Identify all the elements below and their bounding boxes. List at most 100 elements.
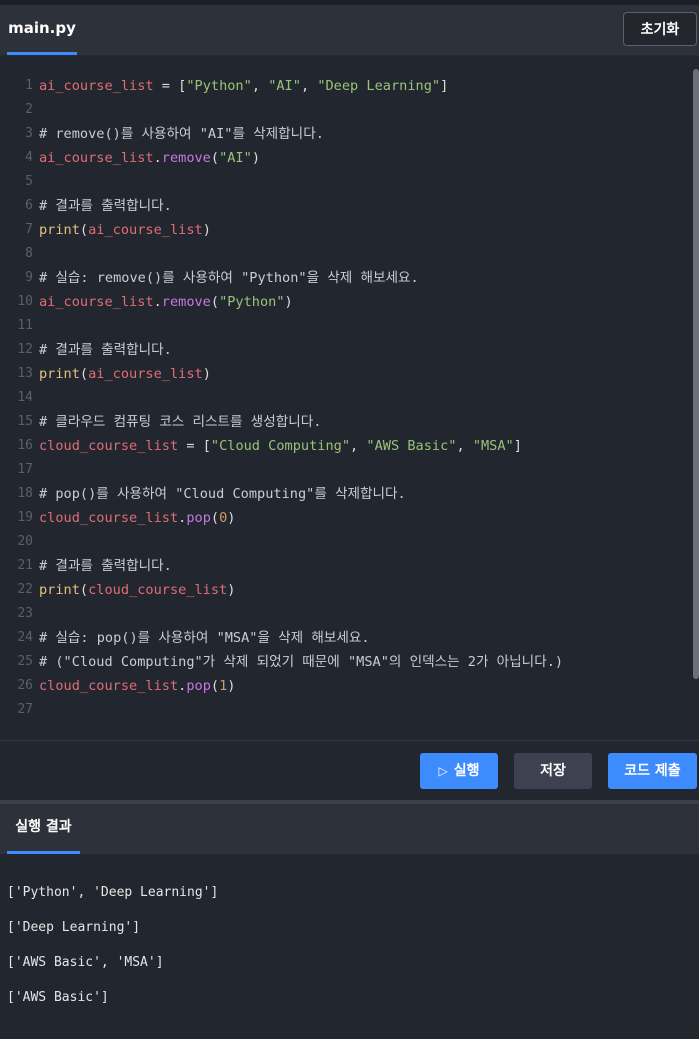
code-token: remove [161, 294, 211, 310]
line-number: 12 [17, 342, 33, 357]
code-token: remove [161, 150, 211, 166]
code-text: # 결과를 출력합니다. [39, 554, 172, 578]
code-text: ai_course_list.remove("Python") [39, 290, 293, 314]
line-number: 25 [17, 654, 33, 669]
code-text: cloud_course_list.pop(1) [39, 674, 235, 698]
code-token: ) [251, 150, 260, 166]
line-number: 11 [17, 318, 33, 333]
code-token: cloud_course_list [39, 678, 179, 694]
code-text: # 결과를 출력합니다. [39, 338, 172, 362]
code-token: ( [210, 294, 220, 310]
code-token: cloud_course_list [39, 438, 179, 454]
code-text: print(cloud_course_list) [39, 578, 235, 602]
code-text: ai_course_list = ["Python", "AI", "Deep … [39, 74, 448, 98]
line-number: 24 [17, 630, 33, 645]
line-number: 9 [25, 270, 33, 285]
code-token: # pop()를 사용하여 "Cloud Computing"를 삭제합니다. [39, 486, 406, 502]
code-token: # 결과를 출력합니다. [39, 198, 172, 214]
play-icon: ▷ [438, 764, 448, 778]
code-token: , [456, 438, 473, 454]
tab-run-result[interactable]: 실행 결과 [7, 804, 80, 854]
output-line: ['AWS Basic'] [7, 990, 109, 1005]
code-token: print [39, 366, 80, 382]
line-number: 3 [25, 126, 33, 141]
code-token: "Deep Learning" [317, 78, 441, 94]
code-token: ) [284, 294, 293, 310]
code-token: ai_course_list [39, 294, 154, 310]
code-token: # 클라우드 컴퓨팅 코스 리스트를 생성합니다. [39, 414, 322, 430]
code-token: print [39, 222, 80, 238]
code-token: pop [186, 510, 211, 526]
code-token: "Cloud Computing" [210, 438, 351, 454]
output-tab-bar: 실행 결과 [0, 804, 699, 854]
editor-tab-bar: main.py 초기화 [0, 5, 699, 56]
code-token: ) [202, 366, 211, 382]
code-token: ai_course_list [39, 78, 154, 94]
code-token: . [153, 294, 162, 310]
line-number: 27 [17, 702, 33, 717]
code-token: ( [210, 678, 220, 694]
line-number: 10 [17, 294, 33, 309]
line-number: 1 [25, 78, 33, 93]
line-number: 5 [25, 174, 33, 189]
code-token: ( [210, 510, 220, 526]
code-token: "AI" [219, 150, 252, 166]
code-token: "MSA" [472, 438, 514, 454]
code-text: cloud_course_list.pop(0) [39, 506, 235, 530]
code-editor[interactable]: 1 ai_course_list = ["Python", "AI", "Deep… [0, 56, 699, 740]
code-token: = [ [178, 438, 211, 454]
code-token: ai_course_list [88, 366, 203, 382]
code-text: # 실습: remove()를 사용하여 "Python"을 삭제 해보세요. [39, 266, 419, 290]
code-token: ] [513, 438, 522, 454]
code-token: = [ [153, 78, 187, 94]
line-number: 19 [17, 510, 33, 525]
code-token: "AI" [268, 78, 301, 94]
line-number: 13 [17, 366, 33, 381]
run-button-label: 실행 [453, 763, 480, 779]
code-token: ai_course_list [88, 222, 203, 238]
tab-main-py[interactable]: main.py [7, 5, 77, 55]
editor-scrollbar-thumb[interactable] [693, 69, 699, 679]
code-token: cloud_course_list [39, 510, 179, 526]
output-line: ['AWS Basic', 'MSA'] [7, 955, 164, 970]
code-token: ai_course_list [39, 150, 154, 166]
save-button[interactable]: 저장 [514, 753, 592, 789]
code-token: , [251, 78, 269, 94]
output-line: ['Deep Learning'] [7, 920, 141, 935]
code-text: # 클라우드 컴퓨팅 코스 리스트를 생성합니다. [39, 410, 321, 434]
code-token: "Python" [219, 294, 285, 310]
code-token: . [153, 150, 162, 166]
code-text: ai_course_list.remove("AI") [39, 146, 260, 170]
code-token: ( [79, 222, 89, 238]
code-token: # 실습: remove()를 사용하여 "Python"을 삭제 해보세요. [39, 270, 419, 286]
line-number: 17 [17, 462, 33, 477]
editor-scrollbar[interactable] [692, 69, 699, 679]
line-number: 14 [17, 390, 33, 405]
line-number: 23 [17, 606, 33, 621]
code-token: print [39, 582, 80, 598]
code-token: ) [202, 222, 211, 238]
code-token: "Python" [186, 78, 252, 94]
line-number: 15 [17, 414, 33, 429]
code-text: # pop()를 사용하여 "Cloud Computing"를 삭제합니다. [39, 482, 406, 506]
code-token: pop [186, 678, 211, 694]
code-token: ] [440, 78, 449, 94]
submit-code-button[interactable]: 코드 제출 [608, 753, 697, 789]
run-button[interactable]: ▷ 실행 [420, 753, 498, 789]
line-number: 6 [25, 198, 33, 213]
output-line: ['Python', 'Deep Learning'] [7, 885, 219, 900]
code-text: print(ai_course_list) [39, 218, 211, 242]
code-token: # ("Cloud Computing"가 삭제 되었기 때문에 "MSA"의 … [39, 654, 564, 670]
code-text: # 결과를 출력합니다. [39, 194, 172, 218]
code-token: "AWS Basic" [366, 438, 457, 454]
line-number: 18 [17, 486, 33, 501]
line-number: 26 [17, 678, 33, 693]
code-token: , [300, 78, 318, 94]
reset-button[interactable]: 초기화 [623, 12, 697, 46]
line-number: 4 [25, 150, 33, 165]
code-token: ) [227, 510, 236, 526]
line-number: 22 [17, 582, 33, 597]
output-panel: ['Python', 'Deep Learning'] ['Deep Learn… [0, 855, 699, 1039]
code-token: cloud_course_list [88, 582, 228, 598]
code-token: ( [79, 582, 89, 598]
